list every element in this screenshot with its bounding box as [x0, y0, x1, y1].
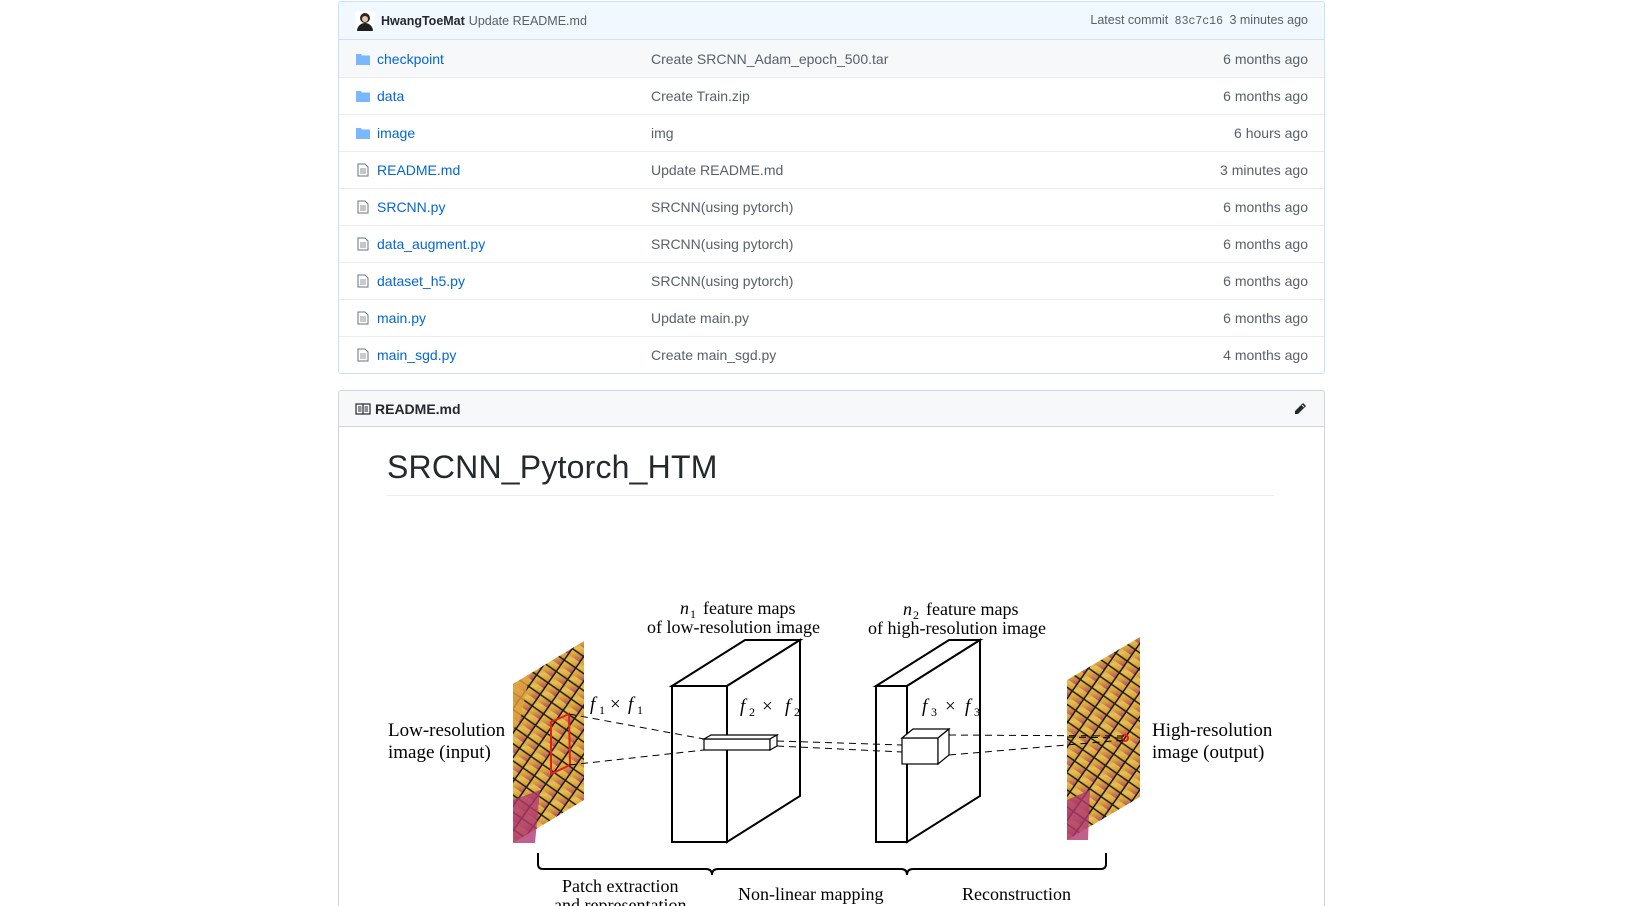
- pencil-edit-icon[interactable]: [1292, 401, 1308, 417]
- file-name-link[interactable]: checkpoint: [377, 51, 651, 67]
- readme-header: README.md: [339, 391, 1324, 427]
- file-name-link[interactable]: README.md: [377, 162, 651, 178]
- file-row[interactable]: image img 6 hours ago: [339, 114, 1324, 151]
- commit-sha-link[interactable]: 83c7c16: [1175, 15, 1223, 28]
- file-commit-message-link[interactable]: SRCNN(using pytorch): [651, 199, 1223, 215]
- file-commit-message-link[interactable]: img: [651, 125, 1234, 141]
- file-row[interactable]: main.py Update main.py 6 months ago: [339, 299, 1324, 336]
- readme-title: SRCNN_Pytorch_HTM: [387, 449, 1274, 496]
- folder-icon: [355, 51, 371, 67]
- file-commit-message-link[interactable]: Create SRCNN_Adam_epoch_500.tar: [651, 51, 1223, 67]
- file-commit-age: 6 months ago: [1223, 50, 1308, 67]
- file-navigation-table: HwangToeMat Update README.md Latest comm…: [338, 1, 1325, 374]
- commit-message-link[interactable]: Update README.md: [469, 14, 587, 28]
- file-commit-message-link[interactable]: Create Train.zip: [651, 88, 1223, 104]
- file-name-link[interactable]: SRCNN.py: [377, 199, 651, 215]
- file-commit-age: 6 months ago: [1223, 88, 1308, 104]
- file-row[interactable]: main_sgd.py Create main_sgd.py 4 months ag…: [339, 336, 1324, 373]
- file-row[interactable]: data Create Train.zip 6 months ago: [339, 77, 1324, 114]
- author-avatar[interactable]: [355, 10, 375, 31]
- readme-filename: README.md: [375, 400, 461, 417]
- file-commit-age: 6 months ago: [1223, 236, 1308, 252]
- file-name-link[interactable]: data: [377, 88, 651, 104]
- file-icon: [355, 273, 371, 289]
- file-name-link[interactable]: dataset_h5.py: [377, 273, 651, 289]
- latest-commit-prefix: Latest commit: [1090, 13, 1169, 27]
- file-name-link[interactable]: image: [377, 125, 651, 141]
- file-row[interactable]: data_augment.py SRCNN(using pytorch) 6 mon…: [339, 225, 1324, 262]
- file-commit-message-link[interactable]: Update README.md: [651, 162, 1220, 178]
- file-name-link[interactable]: main_sgd.py: [377, 347, 651, 363]
- folder-icon: [355, 88, 371, 104]
- file-commit-age: 3 minutes ago: [1220, 162, 1308, 178]
- latest-commit-info: Latest commit 83c7c16 3 minutes ago: [1090, 13, 1308, 28]
- file-commit-message-link[interactable]: SRCNN(using pytorch): [651, 236, 1223, 252]
- file-row[interactable]: dataset_h5.py SRCNN(using pytorch) 6 month…: [339, 262, 1324, 299]
- file-name-link[interactable]: data_augment.py: [377, 236, 651, 252]
- file-commit-age: 6 hours ago: [1234, 125, 1308, 141]
- file-commit-message-link[interactable]: Create main_sgd.py: [651, 347, 1223, 363]
- file-commit-age: 6 months ago: [1223, 310, 1308, 326]
- file-commit-message-link[interactable]: Update main.py: [651, 310, 1223, 326]
- file-icon: [355, 310, 371, 326]
- latest-commit-bar: HwangToeMat Update README.md Latest comm…: [339, 2, 1324, 40]
- file-row[interactable]: checkpoint Create SRCNN_Adam_epoch_500.ta…: [339, 40, 1324, 77]
- file-commit-age: 6 months ago: [1223, 199, 1308, 215]
- file-icon: [355, 199, 371, 215]
- file-commit-message-link[interactable]: SRCNN(using pytorch): [651, 273, 1223, 289]
- file-icon: [355, 347, 371, 363]
- folder-icon: [355, 125, 371, 141]
- commit-author-link[interactable]: HwangToeMat: [381, 14, 465, 28]
- book-icon: [355, 401, 371, 417]
- file-name-link[interactable]: main.py: [377, 310, 651, 326]
- file-icon: [355, 162, 371, 178]
- file-row[interactable]: SRCNN.py SRCNN(using pytorch) 6 months ago: [339, 188, 1324, 225]
- file-commit-age: 4 months ago: [1223, 347, 1308, 363]
- file-icon: [355, 236, 371, 252]
- file-row[interactable]: README.md Update README.md 3 minutes ago: [339, 151, 1324, 188]
- file-commit-age: 6 months ago: [1223, 273, 1308, 289]
- commit-age: 3 minutes ago: [1229, 13, 1308, 27]
- readme-panel: README.md SRCNN_Pytorch_HTM: [338, 390, 1325, 906]
